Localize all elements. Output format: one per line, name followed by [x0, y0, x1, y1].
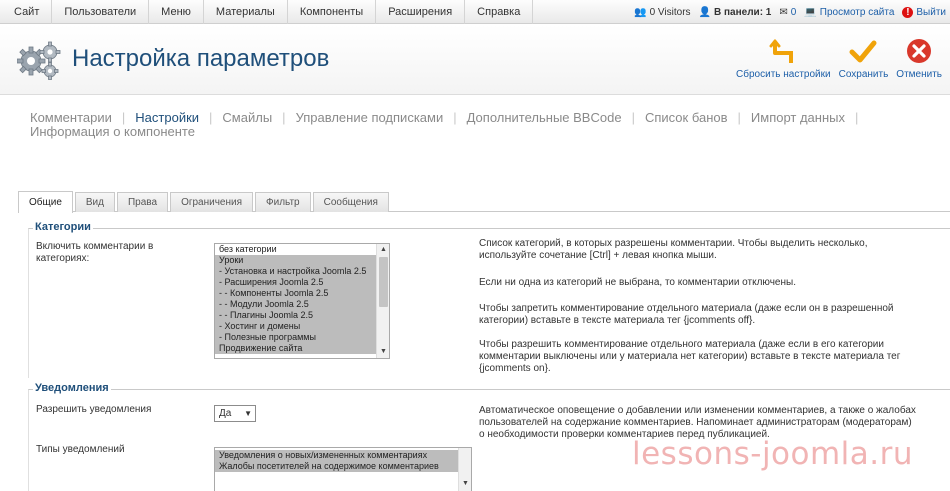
cancel-icon: [905, 37, 933, 65]
site-watermark: lessons-joomla.ru: [632, 436, 914, 472]
category-option[interactable]: - Установка и настройка Joomla 2.5: [215, 266, 389, 277]
menu-item-3[interactable]: Материалы: [204, 0, 288, 24]
notification-type-option[interactable]: Жалобы посетителей на содержимое коммент…: [215, 461, 471, 472]
tab-item-0[interactable]: Общие: [18, 191, 73, 213]
submenu-separator: |: [282, 110, 286, 125]
submenu-item-1[interactable]: Настройки: [135, 110, 199, 125]
categories-desc-2: Если ни одна из категорий не выбрана, то…: [479, 277, 796, 288]
preview-site-link[interactable]: 💻 Просмотр сайта: [804, 7, 894, 18]
tab-item-1[interactable]: Вид: [74, 192, 115, 212]
categories-listbox[interactable]: без категории Уроки - Установка и настройк…: [214, 243, 390, 359]
submenu-separator: |: [631, 110, 635, 125]
save-button[interactable]: Сохранить: [838, 37, 889, 80]
submenu-separator: |: [209, 110, 213, 125]
allow-notifications-value: Да: [219, 408, 232, 419]
categories-options: без категории Уроки - Установка и настройк…: [215, 244, 389, 354]
preview-site-label: Просмотр сайта: [819, 6, 895, 18]
category-option[interactable]: - Хостинг и домены: [215, 321, 389, 332]
status-bar: 👥 0 Visitors 👤 В панели: 1 ✉ 0 💻 Просмот…: [626, 0, 946, 24]
logout-link[interactable]: ! Выйти: [902, 6, 946, 18]
menu-item-5[interactable]: Расширения: [376, 0, 466, 24]
dropdown-arrow-icon: ▼: [244, 409, 252, 418]
categories-legend: Категории: [33, 221, 93, 233]
component-submenu: Комментарии | Настройки | Смайлы | Управление …: [30, 111, 930, 139]
monitor-icon: 💻: [804, 6, 817, 18]
submenu-item-4[interactable]: Дополнительные BBCode: [467, 110, 622, 125]
allow-notifications-select[interactable]: Да ▼: [214, 405, 256, 422]
visitors-count: 0 Visitors: [649, 6, 691, 18]
categories-scrollbar[interactable]: ▲ ▼: [376, 244, 389, 358]
menu-item-1[interactable]: Пользователи: [52, 0, 150, 24]
menu-item-0[interactable]: Сайт: [0, 0, 53, 24]
menu-item-6[interactable]: Справка: [465, 0, 534, 24]
submenu-item-7[interactable]: Информация о компоненте: [30, 124, 195, 139]
categories-desc-1: Список категорий, в которых разрешены ко…: [479, 238, 868, 261]
tab-item-5[interactable]: Сообщения: [312, 192, 389, 212]
reset-settings-label: Сбросить настройки: [736, 69, 831, 80]
submenu-separator: |: [855, 110, 859, 125]
save-label: Сохранить: [838, 69, 889, 80]
submenu-item-5[interactable]: Список банов: [645, 110, 728, 125]
tab-item-2[interactable]: Права: [116, 192, 169, 212]
submenu-item-0[interactable]: Комментарии: [30, 110, 112, 125]
submenu-separator: |: [121, 110, 126, 125]
reset-settings-button[interactable]: Сбросить настройки: [736, 37, 831, 80]
notification-type-option[interactable]: Уведомления о новых/измененных комментар…: [215, 450, 471, 461]
settings-tabs: Общие Вид Права Ограничения Фильтр Сообщения: [18, 190, 391, 213]
category-option[interactable]: Уроки: [215, 255, 389, 266]
category-option[interactable]: - Полезные программы: [215, 332, 389, 343]
notification-types-options: Уведомления о новых/измененных комментар…: [215, 448, 471, 472]
category-option[interactable]: Продвижение сайта: [215, 343, 389, 354]
tab-item-3[interactable]: Ограничения: [170, 192, 254, 212]
page-header: Настройка параметров Сбросить настройки …: [0, 25, 950, 95]
logout-label: Выйти: [916, 6, 946, 18]
top-menu-bar: Сайт Пользователи Меню Материалы Компоненты Р…: [0, 0, 950, 24]
toolbar: Сбросить настройки Сохранить Отменить: [728, 37, 942, 80]
submenu-separator: |: [453, 110, 457, 125]
notification-types-listbox[interactable]: Уведомления о новых/измененных комментар…: [214, 447, 472, 491]
checkmark-icon: [849, 37, 877, 65]
visitors-status[interactable]: 👥 0 Visitors: [634, 7, 690, 18]
gears-icon: [17, 41, 61, 80]
category-option[interactable]: без категории: [215, 244, 389, 255]
scroll-up-icon[interactable]: ▲: [377, 244, 389, 256]
categories-desc-3: Чтобы запретить комментирование отдельно…: [479, 303, 894, 326]
main-menu: Сайт Пользователи Меню Материалы Компоненты Р…: [0, 0, 534, 24]
scroll-thumb[interactable]: [379, 257, 388, 307]
enable-comments-label: Включить комментарии в категориях:: [36, 241, 154, 264]
logout-icon: !: [902, 6, 914, 18]
panel-status[interactable]: 👤 В панели: 1: [699, 7, 772, 18]
menu-item-2[interactable]: Меню: [149, 0, 204, 24]
categories-desc-4: Чтобы разрешить комментирование отдельно…: [479, 339, 901, 374]
category-option[interactable]: - - Компоненты Joomla 2.5: [215, 288, 389, 299]
menu-item-4[interactable]: Компоненты: [288, 0, 377, 24]
category-option[interactable]: - - Модули Joomla 2.5: [215, 299, 389, 310]
scroll-down-icon[interactable]: ▼: [377, 346, 389, 358]
category-option[interactable]: - - Плагины Joomla 2.5: [215, 310, 389, 321]
allow-notifications-label: Разрешить уведомления: [36, 404, 152, 415]
notifications-legend: Уведомления: [33, 382, 111, 394]
submenu-separator: |: [737, 110, 741, 125]
messages-status[interactable]: ✉ 0: [779, 7, 796, 18]
message-icon: ✉: [779, 6, 788, 18]
messages-count: 0: [790, 6, 797, 18]
notification-types-scrollbar[interactable]: ▼: [458, 448, 471, 491]
cancel-button[interactable]: Отменить: [896, 37, 942, 80]
tab-item-4[interactable]: Фильтр: [255, 192, 311, 212]
submenu-item-6[interactable]: Импорт данных: [751, 110, 845, 125]
panel-count: В панели: 1: [713, 6, 772, 18]
scroll-down-icon[interactable]: ▼: [459, 478, 471, 490]
notification-types-label: Типы уведомлений: [36, 444, 125, 455]
undo-arrow-icon: [769, 37, 797, 65]
submenu-item-3[interactable]: Управление подписками: [296, 110, 444, 125]
category-option[interactable]: - Расширения Joomla 2.5: [215, 277, 389, 288]
visitors-icon: 👥: [634, 6, 647, 18]
cancel-label: Отменить: [896, 69, 942, 80]
submenu-item-2[interactable]: Смайлы: [222, 110, 272, 125]
page-title: Настройка параметров: [72, 45, 330, 72]
users-icon: 👤: [698, 6, 711, 18]
